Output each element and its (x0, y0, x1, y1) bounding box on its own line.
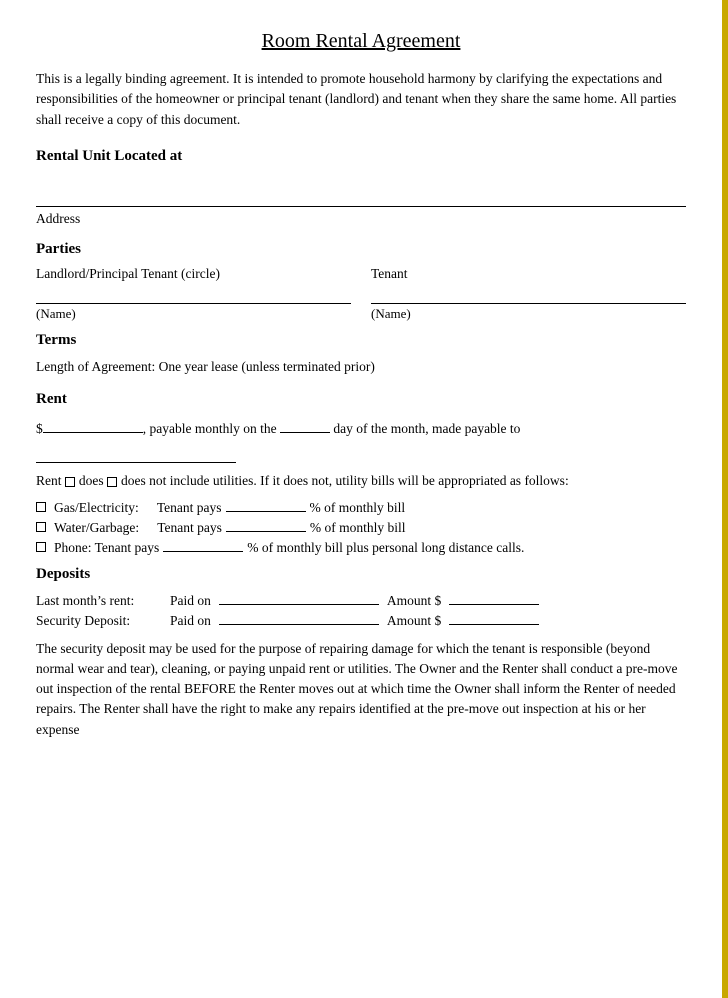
utilities-text: Rent does does not include utilities. If… (36, 471, 686, 491)
paid-on-label-2: Paid on (170, 613, 211, 629)
landlord-label: Landlord/Principal Tenant (circle) (36, 266, 351, 282)
parties-name-fields-row: (Name) (Name) (36, 286, 686, 322)
phone-label: Phone: Tenant pays (54, 540, 159, 556)
deposits-section: Deposits Last month’s rent: Paid on Amou… (36, 566, 686, 740)
checkbox-phone (36, 542, 46, 552)
parties-heading: Parties (36, 241, 686, 258)
document-page: Room Rental Agreement This is a legally … (0, 0, 728, 998)
checkbox-does (65, 477, 75, 487)
checkbox-water (36, 522, 46, 532)
day-of-month-text: day of the month, made payable to (333, 421, 520, 436)
paid-on-blank-1 (219, 604, 379, 605)
utility-water-item: Water/Garbage: Tenant pays % of monthly … (36, 520, 686, 536)
security-deposit-text: The security deposit may be used for the… (36, 639, 686, 740)
water-suffix: % of monthly bill (310, 520, 406, 536)
rental-unit-section: Rental Unit Located at Address (36, 148, 686, 227)
last-months-rent-label: Last month’s rent: (36, 593, 166, 609)
security-deposit-row: Security Deposit: Paid on Amount $ (36, 613, 686, 629)
rent-heading: Rent (36, 391, 686, 408)
address-label: Address (36, 211, 686, 227)
gas-percent-blank (226, 511, 306, 512)
rental-unit-heading: Rental Unit Located at (36, 148, 686, 165)
amount-label-1: Amount $ (387, 593, 441, 609)
page-title: Room Rental Agreement (36, 20, 686, 53)
gas-label: Gas/Electricity: (54, 500, 139, 516)
terms-heading: Terms (36, 332, 686, 349)
address-line-field (36, 183, 686, 207)
tenant-label: Tenant (371, 266, 686, 282)
gas-suffix: % of monthly bill (310, 500, 406, 516)
rent-checkbox-does: Rent (36, 473, 65, 488)
checkbox-does-not (107, 477, 117, 487)
amount-blank-2 (449, 624, 539, 625)
phone-percent-blank (163, 551, 243, 552)
terms-section: Terms Length of Agreement: One year leas… (36, 332, 686, 375)
does-text: does (79, 473, 107, 488)
rent-day-blank (280, 432, 330, 433)
deposits-heading: Deposits (36, 566, 686, 583)
security-deposit-label: Security Deposit: (36, 613, 166, 629)
utility-phone-item: Phone: Tenant pays % of monthly bill plu… (36, 540, 686, 556)
parties-section: Parties Landlord/Principal Tenant (circl… (36, 241, 686, 322)
dollar-sign: $ (36, 421, 43, 436)
amount-label-2: Amount $ (387, 613, 441, 629)
water-percent-blank (226, 531, 306, 532)
gas-payer: Tenant pays (157, 500, 222, 516)
landlord-name-label: (Name) (36, 306, 351, 322)
rent-amount-blank (43, 432, 143, 433)
phone-suffix: % of monthly bill plus personal long dis… (247, 540, 524, 556)
utility-gas-item: Gas/Electricity: Tenant pays % of monthl… (36, 500, 686, 516)
payable-to-blank (36, 445, 236, 463)
paid-on-label-1: Paid on (170, 593, 211, 609)
paid-on-blank-2 (219, 624, 379, 625)
tenant-name-underline (371, 286, 686, 304)
water-payer: Tenant pays (157, 520, 222, 536)
water-label: Water/Garbage: (54, 520, 139, 536)
terms-length-text: Length of Agreement: One year lease (unl… (36, 359, 686, 375)
amount-blank-1 (449, 604, 539, 605)
last-months-rent-row: Last month’s rent: Paid on Amount $ (36, 593, 686, 609)
tenant-name-field: (Name) (371, 286, 686, 322)
parties-labels-row: Landlord/Principal Tenant (circle) Tenan… (36, 266, 686, 282)
rent-section: Rent $ , payable monthly on the day of th… (36, 391, 686, 556)
payable-monthly-text: , payable monthly on the (143, 421, 277, 436)
intro-paragraph: This is a legally binding agreement. It … (36, 69, 686, 130)
rent-amount-line: $ , payable monthly on the day of the mon… (36, 418, 686, 440)
does-not-text: does not include utilities. If it does n… (121, 473, 569, 488)
checkbox-gas (36, 502, 46, 512)
landlord-name-field: (Name) (36, 286, 351, 322)
tenant-name-label: (Name) (371, 306, 686, 322)
landlord-name-underline (36, 286, 351, 304)
